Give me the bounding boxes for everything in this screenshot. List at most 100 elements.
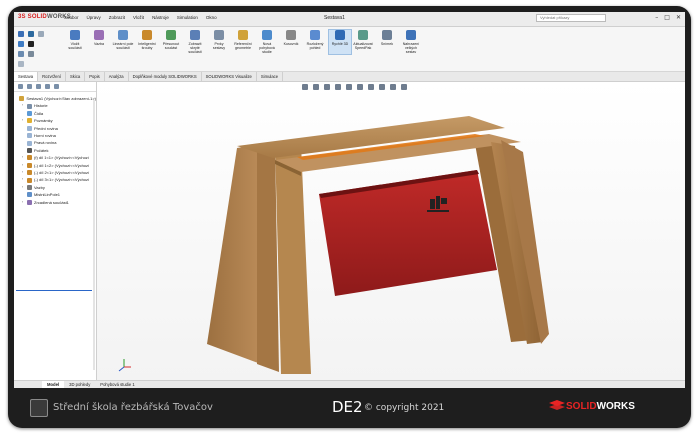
tree-node[interactable]: Horní rovina bbox=[16, 132, 96, 139]
tree-node[interactable]: › (-) díl 2<1> (Výchozí<<Výchozí bbox=[16, 169, 96, 176]
tree-node[interactable]: › Poznámky bbox=[16, 117, 96, 124]
tree-node[interactable]: › Historie bbox=[16, 102, 96, 109]
menu-item[interactable]: Vložit bbox=[133, 15, 144, 20]
footer-banner: Střední škola řezbářská Tovačov DE2 © co… bbox=[8, 389, 691, 428]
plane-icon bbox=[27, 140, 32, 146]
ribbon-command-exploded-view[interactable]: Rozložený pohled bbox=[304, 30, 326, 50]
graphics-area[interactable] bbox=[97, 82, 685, 380]
ribbon-command-linear-pattern[interactable]: Lineární pole součásti bbox=[112, 30, 134, 50]
tree-node[interactable]: Čidla bbox=[16, 110, 96, 117]
ribbon-command-speedpak[interactable]: Aktualizovat SpeedPak bbox=[352, 30, 374, 50]
bottom-tab-1[interactable]: 3D pohledy bbox=[64, 381, 95, 388]
open-icon[interactable] bbox=[18, 41, 24, 47]
menu-item[interactable]: Úpravy bbox=[87, 15, 101, 20]
minimize-button[interactable]: – bbox=[655, 14, 658, 21]
tab-7[interactable]: Simulace bbox=[257, 72, 284, 81]
mirror-icon bbox=[27, 199, 32, 205]
ribbon-command-label: Přesunout součást bbox=[162, 42, 180, 51]
tab-5[interactable]: Doplňkové moduly SOLIDWORKS bbox=[129, 72, 202, 81]
ribbon-command-reference-geometry[interactable]: Referenční geometrie bbox=[232, 30, 254, 50]
feature-manager-panel: Sestava1 (Výchozí<Stav zobrazení-1>) › His… bbox=[14, 82, 97, 380]
history-icon bbox=[27, 103, 32, 109]
ribbon-command-smart-fasteners[interactable]: Inteligentní šrouby bbox=[136, 30, 158, 50]
tree-node[interactable]: Sestava1 (Výchozí<Stav zobrazení-1>) bbox=[16, 95, 96, 102]
menu-item[interactable]: Okno bbox=[206, 15, 217, 20]
tab-3[interactable]: Popis bbox=[85, 72, 105, 81]
ribbon-command-move-component[interactable]: Přesunout součást bbox=[160, 30, 182, 50]
configuration-tab-icon[interactable] bbox=[36, 84, 41, 89]
ribbon-command-insert-component[interactable]: Vložit součásti bbox=[64, 30, 86, 50]
ribbon-command-instant3d[interactable]: Rychlé 3D bbox=[328, 29, 352, 55]
dimxpert-tab-icon[interactable] bbox=[45, 84, 50, 89]
smart-fasteners-icon bbox=[142, 30, 152, 40]
tree-node-label: (-) díl 2<1> (Výchozí<<Výchozí bbox=[34, 170, 90, 176]
tab-2[interactable]: Skica bbox=[66, 72, 86, 81]
ribbon-command-mate[interactable]: Vazba bbox=[88, 30, 110, 46]
rebuild-icon[interactable] bbox=[28, 51, 34, 57]
menu-item[interactable]: Soubor bbox=[64, 15, 79, 20]
ribbon-command-snapshot[interactable]: Snímek bbox=[376, 30, 398, 46]
property-manager-tab-icon[interactable] bbox=[27, 84, 32, 89]
tree-node[interactable]: › (-) díl 1<2> (Výchozí<<Výchozí bbox=[16, 162, 96, 169]
tree-node-label: Historie bbox=[34, 103, 48, 109]
display-style-icon[interactable] bbox=[357, 84, 363, 90]
part-icon bbox=[27, 162, 32, 168]
ribbon-command-large-assembly[interactable]: Nahrazení velkých sestav bbox=[400, 30, 422, 55]
feature-tree-tab-icon[interactable] bbox=[18, 84, 23, 89]
tree-node[interactable]: › (-) díl 3<1> (Výchozí<<Výchozí bbox=[16, 176, 96, 183]
rollback-bar[interactable] bbox=[16, 290, 92, 291]
zoom-area-icon[interactable] bbox=[313, 84, 319, 90]
hide-show-icon[interactable] bbox=[368, 84, 374, 90]
tree-node[interactable]: › (f) díl 1<1> (Výchozí<<Výchozí bbox=[16, 154, 96, 161]
tree-node[interactable]: Počátek bbox=[16, 147, 96, 154]
new-document-icon[interactable] bbox=[18, 31, 24, 37]
undo-icon[interactable] bbox=[38, 31, 44, 37]
bench-3d-model[interactable] bbox=[97, 82, 685, 380]
tree-node[interactable]: Přední rovina bbox=[16, 125, 96, 132]
tab-4[interactable]: Analýza bbox=[105, 72, 129, 81]
panel-scrollbar[interactable] bbox=[93, 100, 95, 370]
ribbon-command-motion-study[interactable]: Nová pohybová studie bbox=[256, 30, 278, 55]
print-icon[interactable] bbox=[18, 51, 24, 57]
save-icon[interactable] bbox=[28, 31, 34, 37]
tab-scroll-arrows[interactable] bbox=[14, 381, 42, 388]
assembly-features-icon bbox=[214, 30, 224, 40]
tab-6[interactable]: SOLIDWORKS Visualize bbox=[202, 72, 257, 81]
tree-node[interactable]: Pravá rovina bbox=[16, 139, 96, 146]
search-commands-input[interactable] bbox=[536, 14, 606, 22]
options-icon[interactable] bbox=[18, 61, 24, 67]
select-icon[interactable] bbox=[28, 41, 34, 47]
zoom-fit-icon[interactable] bbox=[302, 84, 308, 90]
appearance-icon[interactable] bbox=[379, 84, 385, 90]
view-orientation-icon[interactable] bbox=[346, 84, 352, 90]
section-view-icon[interactable] bbox=[335, 84, 341, 90]
logo-mark: 3S bbox=[18, 14, 26, 20]
maximize-button[interactable]: □ bbox=[664, 14, 670, 21]
quick-access-toolbar bbox=[18, 31, 58, 67]
command-manager-ribbon: Vložit součásti Vazba Lineární pole součás… bbox=[14, 27, 685, 72]
left-leg-edge bbox=[257, 142, 279, 372]
tree-node[interactable]: MistniLinPole1 bbox=[16, 191, 96, 198]
menu-item[interactable]: Zobrazit bbox=[109, 15, 125, 20]
ribbon-command-bom[interactable]: Kusovník bbox=[280, 30, 302, 46]
tree-node-label: MistniLinPole1 bbox=[34, 192, 61, 198]
bottom-tab-2[interactable]: Pohybová studie 1 bbox=[95, 381, 139, 388]
left-inner-panel bbox=[275, 144, 311, 374]
ribbon-command-label: Nová pohybová studie bbox=[259, 42, 275, 55]
close-button[interactable]: ✕ bbox=[676, 14, 681, 21]
display-manager-tab-icon[interactable] bbox=[54, 84, 59, 89]
ribbon-command-label: Referenční geometrie bbox=[234, 42, 252, 51]
tree-node[interactable]: › Zrcadlená součást1 bbox=[16, 199, 96, 206]
tab-1[interactable]: Rozvržení bbox=[38, 72, 66, 81]
menu-item[interactable]: Nástroje bbox=[152, 15, 169, 20]
previous-view-icon[interactable] bbox=[324, 84, 330, 90]
menu-item[interactable]: Simulation bbox=[177, 15, 198, 20]
bottom-tab-0[interactable]: Model bbox=[42, 381, 65, 388]
view-settings-icon[interactable] bbox=[401, 84, 407, 90]
scene-icon[interactable] bbox=[390, 84, 396, 90]
part-icon bbox=[27, 177, 32, 183]
tree-node[interactable]: › Vazby bbox=[16, 184, 96, 191]
tab-0[interactable]: Sestava bbox=[14, 72, 39, 81]
ribbon-command-assembly-features[interactable]: Prvky sestavy bbox=[208, 30, 230, 50]
ribbon-command-show-hidden[interactable]: Zobrazit skryté součásti bbox=[184, 30, 206, 55]
